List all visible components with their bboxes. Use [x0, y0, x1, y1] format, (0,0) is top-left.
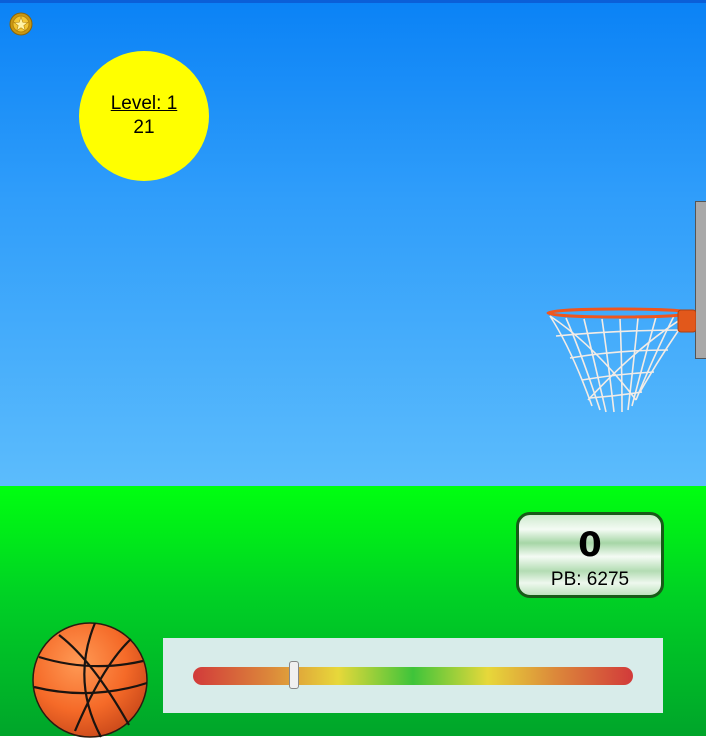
level-label: Level: 1	[110, 93, 178, 114]
top-border	[0, 0, 706, 3]
current-score: 0	[578, 525, 602, 565]
basketball-icon[interactable]	[31, 621, 149, 739]
coin-icon[interactable]	[9, 12, 33, 36]
level-sun: Level: 1 21	[79, 51, 209, 181]
power-meter-track[interactable]	[193, 661, 633, 689]
time-remaining: 21	[133, 117, 155, 138]
power-meter-panel	[163, 638, 663, 713]
score-panel: 0 PB: 6275	[516, 512, 664, 598]
basketball-hoop	[546, 307, 696, 413]
power-meter-thumb[interactable]	[289, 661, 300, 689]
backboard	[695, 201, 706, 359]
personal-best: PB: 6275	[550, 569, 630, 590]
